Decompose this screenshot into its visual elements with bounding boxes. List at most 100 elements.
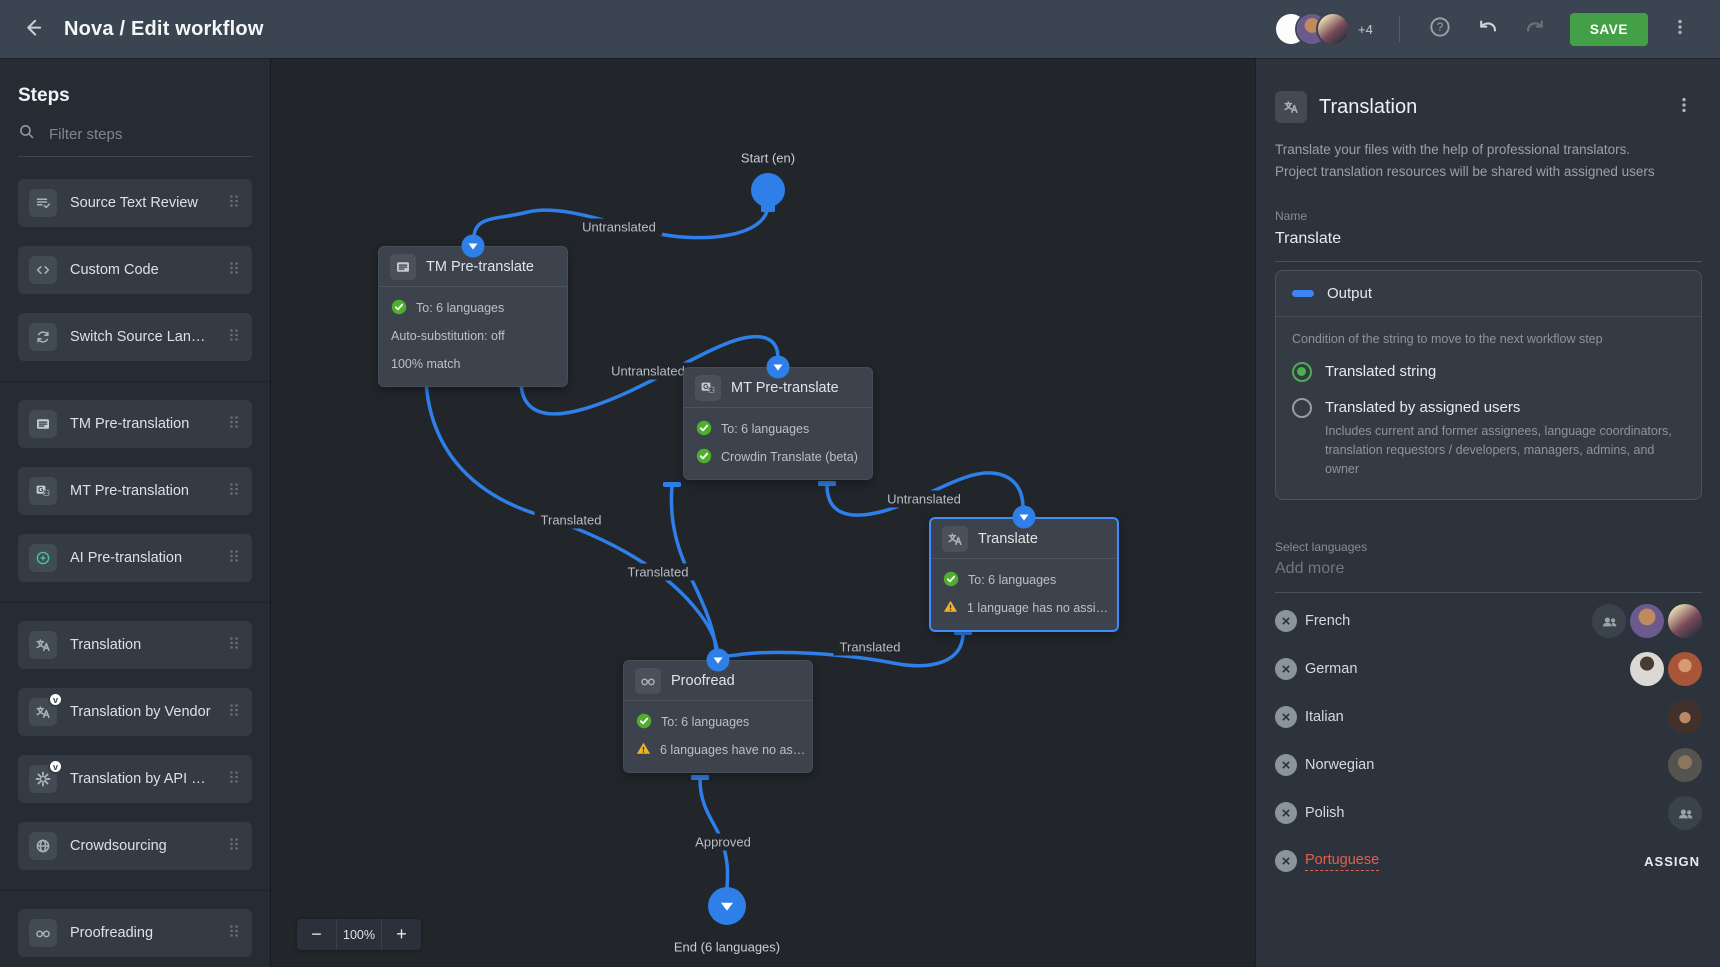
node-status-text: 100% match: [391, 357, 460, 371]
remove-language-icon[interactable]: ×: [1275, 610, 1297, 632]
drag-handle-icon[interactable]: [226, 548, 242, 569]
panel-description: Translate your files with the help of pr…: [1275, 139, 1702, 183]
step-label: Translation by Vendor: [70, 704, 213, 720]
check-circle-icon: [943, 571, 959, 590]
assignees-group-icon[interactable]: [1592, 604, 1626, 638]
drag-handle-icon[interactable]: [226, 481, 242, 502]
assignee-avatar[interactable]: [1630, 604, 1664, 638]
help-circle-icon: ?: [1429, 16, 1451, 43]
name-label: Name: [1275, 209, 1702, 223]
redo-button[interactable]: [1518, 11, 1554, 47]
assignee-avatar[interactable]: [1668, 652, 1702, 686]
edge-label: Untranslated: [576, 219, 662, 236]
node-status-text: 6 languages have no as…: [660, 743, 805, 757]
add-language-input[interactable]: [1275, 554, 1702, 593]
workflow-node-tm-pre-translate[interactable]: TM Pre-translateTo: 6 languagesAuto-subs…: [378, 246, 568, 387]
language-row-portuguese: ×PortugueseASSIGN: [1275, 837, 1702, 885]
remove-language-icon[interactable]: ×: [1275, 754, 1297, 776]
step-card-translation-by-api-ven[interactable]: vTranslation by API Ven…: [18, 755, 252, 803]
drag-handle-icon[interactable]: [226, 635, 242, 656]
assign-button[interactable]: ASSIGN: [1642, 848, 1702, 875]
assignee-avatar[interactable]: [1630, 652, 1664, 686]
step-label: MT Pre-translation: [70, 483, 213, 499]
assignees-group-icon[interactable]: [1668, 796, 1702, 830]
drag-handle-icon[interactable]: [226, 414, 242, 435]
tm-icon: [29, 410, 57, 438]
language-row-norwegian: ×Norwegian: [1275, 741, 1702, 789]
step-card-switch-source-langua[interactable]: Switch Source Langua…: [18, 313, 252, 361]
zoom-out-button[interactable]: −: [297, 919, 336, 950]
assignee-avatar[interactable]: [1668, 604, 1702, 638]
step-card-proofreading[interactable]: Proofreading: [18, 909, 252, 957]
remove-language-icon[interactable]: ×: [1275, 706, 1297, 728]
assignee-avatar[interactable]: [1668, 748, 1702, 782]
step-label: TM Pre-translation: [70, 416, 213, 432]
node-status-row: Crowdin Translate (beta): [696, 447, 860, 467]
node-title: Proofread: [671, 673, 735, 689]
drag-handle-icon[interactable]: [226, 327, 242, 348]
node-status-text: 1 language has no assi…: [967, 601, 1108, 615]
undo-button[interactable]: [1470, 11, 1506, 47]
collaborator-avatars[interactable]: [1276, 14, 1348, 44]
drag-handle-icon[interactable]: [226, 923, 242, 944]
step-card-tm-pre-translation[interactable]: TM Pre-translation: [18, 400, 252, 448]
step-card-mt-pre-translation[interactable]: G MT Pre-translation: [18, 467, 252, 515]
node-status-row: 100% match: [391, 354, 555, 374]
svg-text:G: G: [703, 384, 709, 391]
drag-handle-icon[interactable]: [226, 836, 242, 857]
glasses-icon: [29, 919, 57, 947]
node-status-text: To: 6 languages: [968, 573, 1056, 587]
workflow-node-proofread[interactable]: ProofreadTo: 6 languages6 languages have…: [623, 660, 813, 773]
arrow-left-icon: [22, 17, 42, 42]
edge-label: Approved: [689, 834, 757, 851]
save-button[interactable]: SAVE: [1570, 13, 1648, 46]
step-card-source-text-review[interactable]: Source Text Review: [18, 179, 252, 227]
more-avatars-count: +4: [1358, 22, 1373, 37]
panel-title: Translation: [1319, 96, 1654, 119]
globe-icon: [29, 832, 57, 860]
radio-option-translated-string[interactable]: Translated string: [1292, 361, 1685, 382]
step-card-custom-code[interactable]: Custom Code: [18, 246, 252, 294]
svg-text:G: G: [38, 487, 44, 494]
step-label: Crowdsourcing: [70, 838, 213, 854]
drag-handle-icon[interactable]: [226, 193, 242, 214]
step-card-translation[interactable]: Translation: [18, 621, 252, 669]
remove-language-icon[interactable]: ×: [1275, 658, 1297, 680]
search-icon: [18, 123, 35, 145]
languages-list: ×French×German×Italian×Norwegian×Polish×…: [1275, 597, 1702, 885]
back-button[interactable]: [0, 17, 64, 42]
drag-handle-icon[interactable]: [226, 260, 242, 281]
radio-selected-icon[interactable]: [1292, 362, 1312, 382]
header-menu-button[interactable]: [1662, 11, 1698, 47]
panel-menu-button[interactable]: [1666, 89, 1702, 125]
drag-handle-icon[interactable]: [226, 769, 242, 790]
remove-language-icon[interactable]: ×: [1275, 802, 1297, 824]
radio-unselected-icon[interactable]: [1292, 398, 1312, 418]
workflow-node-translate[interactable]: TranslateTo: 6 languages1 language has n…: [929, 517, 1119, 632]
filter-steps-field[interactable]: [18, 123, 252, 157]
avatar[interactable]: [1318, 14, 1348, 44]
language-name: French: [1305, 613, 1350, 629]
filter-steps-input[interactable]: [47, 125, 217, 144]
output-card: Output Condition of the string to move t…: [1275, 270, 1702, 500]
name-input[interactable]: [1275, 223, 1702, 262]
vendor-badge: v: [48, 759, 63, 774]
step-card-ai-pre-translation[interactable]: AI Pre-translation: [18, 534, 252, 582]
zoom-in-button[interactable]: +: [382, 919, 421, 950]
help-button[interactable]: ?: [1422, 11, 1458, 47]
node-status-text: Crowdin Translate (beta): [721, 450, 858, 464]
step-card-crowdsourcing[interactable]: Crowdsourcing: [18, 822, 252, 870]
glasses-icon: [635, 668, 661, 694]
radio-label: Translated string: [1325, 361, 1436, 382]
step-label: Custom Code: [70, 262, 213, 278]
drag-handle-icon[interactable]: [226, 702, 242, 723]
step-card-translation-by-vendor[interactable]: v Translation by Vendor: [18, 688, 252, 736]
list-check-icon: [29, 189, 57, 217]
vendor-badge: v: [48, 692, 63, 707]
node-status-text: To: 6 languages: [721, 422, 809, 436]
workflow-node-mt-pre-translate[interactable]: GMT Pre-translateTo: 6 languagesCrowdin …: [683, 367, 873, 480]
radio-option-translated-by-assigned-users[interactable]: Translated by assigned usersIncludes cur…: [1292, 397, 1685, 479]
remove-language-icon[interactable]: ×: [1275, 850, 1297, 872]
assignee-avatar[interactable]: [1668, 700, 1702, 734]
warning-triangle-icon: [636, 741, 651, 759]
